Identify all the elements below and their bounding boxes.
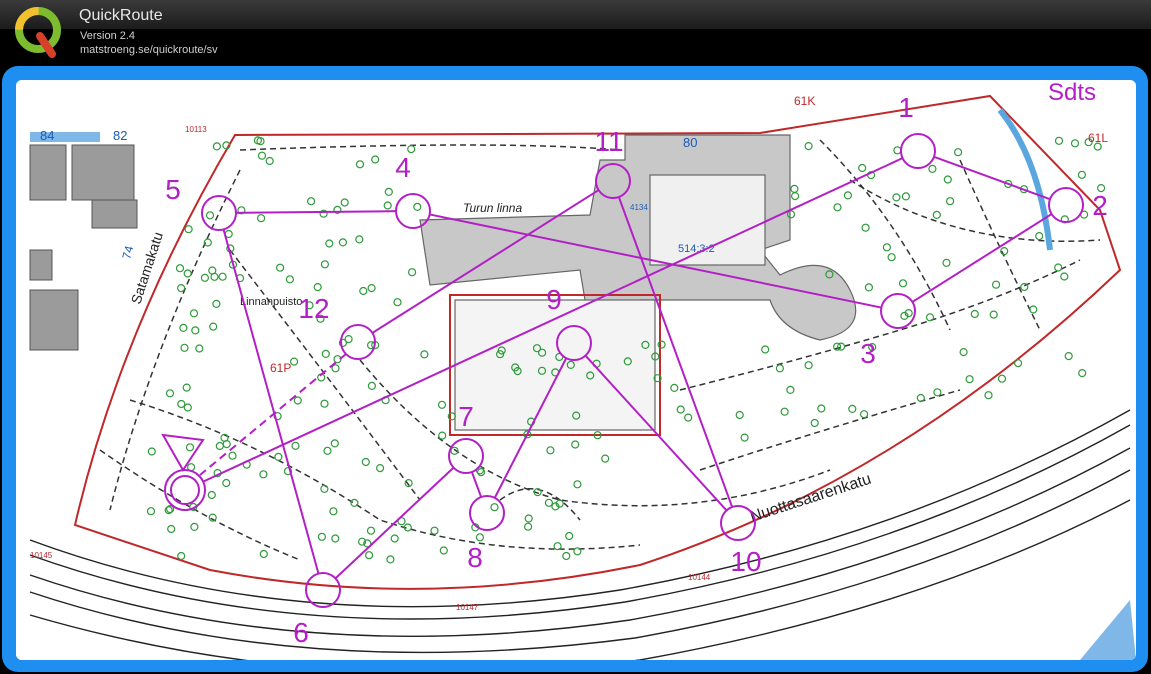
label-10113: 10113 xyxy=(185,125,207,134)
control-number-3: 3 xyxy=(860,338,876,369)
map-viewport[interactable]: Turun linna Linnanpuisto Satamakatu Nuot… xyxy=(16,80,1136,660)
label-82: 82 xyxy=(113,128,127,143)
app-url: matstroeng.se/quickroute/sv xyxy=(80,44,218,56)
control-number-8: 8 xyxy=(467,542,483,573)
control-number-7: 7 xyxy=(458,401,474,432)
control-number-9: 9 xyxy=(546,284,562,315)
app-title: QuickRoute xyxy=(79,7,163,24)
label-10147: 10147 xyxy=(456,603,479,612)
label-top-right: Sdts xyxy=(1048,80,1096,106)
label-park: Linnanpuisto xyxy=(240,296,302,308)
app-header: QuickRoute Version 2.4 matstroeng.se/qui… xyxy=(0,0,1151,64)
label-84: 84 xyxy=(40,128,54,143)
label-61k: 61K xyxy=(794,94,815,108)
control-number-10: 10 xyxy=(730,546,761,577)
control-number-12: 12 xyxy=(298,293,329,324)
control-number-11: 11 xyxy=(594,126,623,157)
control-number-5: 5 xyxy=(165,174,181,205)
quickroute-logo-icon xyxy=(15,7,61,58)
control-number-6: 6 xyxy=(293,617,309,648)
label-61l: 61L xyxy=(1088,131,1108,145)
label-10144: 10144 xyxy=(688,573,711,582)
orienteering-map[interactable]: Turun linna Linnanpuisto Satamakatu Nuot… xyxy=(16,80,1136,660)
label-10145: 10145 xyxy=(30,551,53,560)
label-61p: 61P xyxy=(270,361,291,375)
control-number-4: 4 xyxy=(395,152,411,183)
control-number-2: 2 xyxy=(1092,190,1108,221)
control-number-1: 1 xyxy=(898,92,914,123)
app-version: Version 2.4 xyxy=(80,30,136,42)
label-80: 80 xyxy=(683,135,697,150)
label-4134: 4134 xyxy=(630,203,648,212)
label-castle: Turun linna xyxy=(463,201,522,215)
